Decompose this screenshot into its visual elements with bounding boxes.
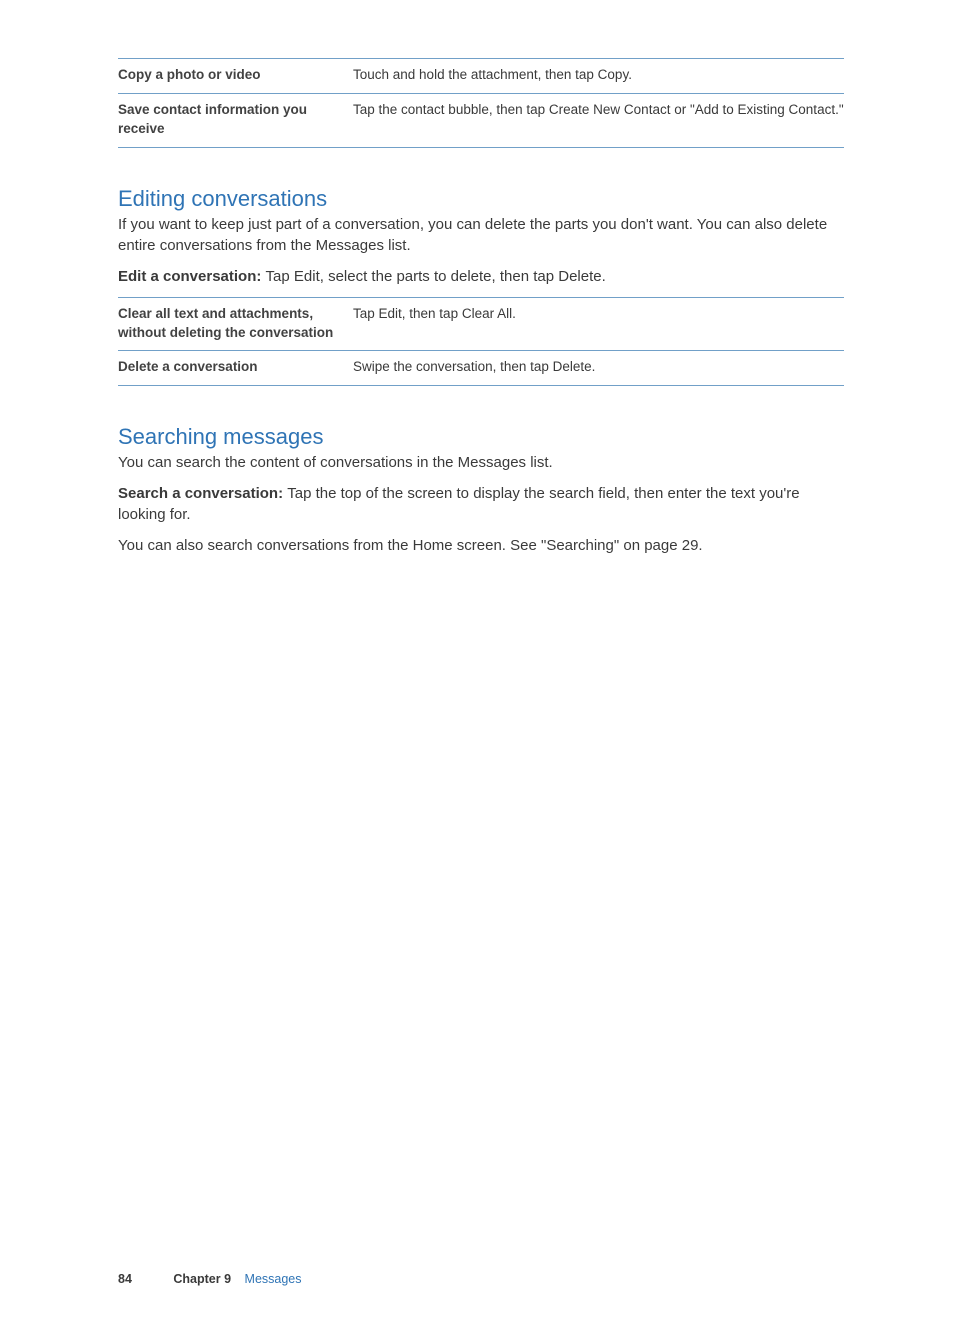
- row-label: Copy a photo or video: [118, 59, 353, 94]
- table-row: Copy a photo or video Touch and hold the…: [118, 59, 844, 94]
- table-editing: Clear all text and attachments, without …: [118, 297, 844, 387]
- row-value: Tap the contact bubble, then tap Create …: [353, 93, 844, 147]
- instruction-search: Search a conversation: Tap the top of th…: [118, 483, 844, 525]
- row-label: Delete a conversation: [118, 351, 353, 386]
- row-value: Touch and hold the attachment, then tap …: [353, 59, 844, 94]
- page-number: 84: [118, 1272, 132, 1286]
- section-heading-searching: Searching messages: [118, 424, 844, 450]
- table-attachments: Copy a photo or video Touch and hold the…: [118, 58, 844, 148]
- section-extra: You can also search conversations from t…: [118, 535, 844, 556]
- chapter-name: Messages: [245, 1272, 302, 1286]
- section-heading-editing: Editing conversations: [118, 186, 844, 212]
- instruction-lead: Edit a conversation:: [118, 268, 266, 285]
- section-body: You can search the content of conversati…: [118, 452, 844, 473]
- row-label: Save contact information you receive: [118, 93, 353, 147]
- row-label: Clear all text and attachments, without …: [118, 297, 353, 351]
- table-row: Save contact information you receive Tap…: [118, 93, 844, 147]
- instruction-edit: Edit a conversation: Tap Edit, select th…: [118, 266, 844, 287]
- instruction-lead: Search a conversation:: [118, 485, 287, 502]
- row-value: Swipe the conversation, then tap Delete.: [353, 351, 844, 386]
- section-body: If you want to keep just part of a conve…: [118, 214, 844, 256]
- chapter-label: Chapter 9: [173, 1272, 231, 1286]
- row-value: Tap Edit, then tap Clear All.: [353, 297, 844, 351]
- page-footer: 84 Chapter 9 Messages: [118, 1272, 302, 1286]
- table-row: Delete a conversation Swipe the conversa…: [118, 351, 844, 386]
- table-row: Clear all text and attachments, without …: [118, 297, 844, 351]
- instruction-rest: Tap Edit, select the parts to delete, th…: [266, 268, 606, 285]
